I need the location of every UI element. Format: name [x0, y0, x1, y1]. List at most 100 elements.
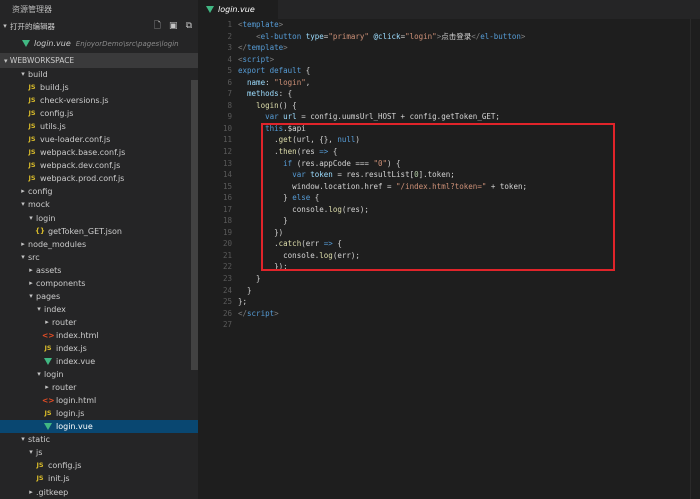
file-item[interactable]: JS webpack.prod.conf.js — [0, 172, 198, 185]
chevron-down-icon[interactable]: ▾ — [34, 303, 44, 316]
file-item[interactable]: JS vue-loader.conf.js — [0, 133, 198, 146]
code-token: "primary" — [328, 31, 369, 41]
folder-item[interactable]: ▾ js — [0, 446, 198, 459]
code-text: }; — [232, 296, 247, 308]
chevron-right-icon[interactable]: ▸ — [26, 486, 36, 499]
file-item[interactable]: index.vue — [0, 355, 198, 368]
file-item[interactable]: JS config.js — [0, 459, 198, 472]
code-token: > — [274, 308, 279, 318]
file-item[interactable]: JS build.js — [0, 81, 198, 94]
line-number: 14 — [222, 170, 232, 180]
folder-item[interactable]: ▸ router — [0, 381, 198, 394]
tree-item-label: getToken_GET.json — [48, 226, 122, 236]
chevron-down-icon[interactable]: ▾ — [34, 368, 44, 381]
file-item[interactable]: JS utils.js — [0, 120, 198, 133]
line-number: 18 — [222, 216, 232, 226]
code-token: "login" — [405, 31, 437, 41]
js-file-icon: JS — [28, 109, 36, 118]
file-item[interactable]: JS index.js — [0, 342, 198, 355]
file-item[interactable]: JS webpack.base.conf.js — [0, 146, 198, 159]
file-item[interactable]: JS config.js — [0, 107, 198, 120]
line-number: 10 — [222, 123, 232, 133]
chevron-right-icon[interactable]: ▸ — [26, 264, 36, 277]
chevron-right-icon[interactable]: ▸ — [42, 381, 52, 394]
js-file-icon: JS — [44, 409, 52, 418]
file-item[interactable]: JS init.js — [0, 472, 198, 485]
line-number: 7 — [227, 89, 232, 99]
file-item[interactable]: <> login.html — [0, 394, 198, 407]
file-item[interactable]: {} getToken_GET.json — [0, 225, 198, 238]
file-item[interactable]: login.vue — [0, 420, 198, 434]
folder-item[interactable]: ▾ src — [0, 251, 198, 264]
code-token: template — [242, 20, 279, 29]
code-text: methods: { — [232, 88, 292, 100]
file-item[interactable]: JS login.js — [0, 407, 198, 420]
js-file-icon: JS — [44, 343, 52, 352]
chevron-right-icon[interactable]: ▸ — [18, 185, 28, 198]
chevron-right-icon[interactable]: ▸ — [26, 277, 36, 290]
tree-item-label: vue-loader.conf.js — [40, 135, 111, 145]
code-token: </ — [238, 308, 248, 318]
folder-item[interactable]: ▸ assets — [0, 264, 198, 277]
line-number: 15 — [222, 181, 232, 191]
tree-item-label: login.html — [56, 396, 97, 406]
chevron-down-icon[interactable]: ▾ — [18, 251, 28, 264]
folder-item[interactable]: ▾ login — [0, 368, 198, 381]
folder-item[interactable]: ▸ config — [0, 185, 198, 198]
chevron-down-icon[interactable]: ▾ — [18, 198, 28, 211]
folder-item[interactable]: ▾ login — [0, 212, 198, 225]
folder-item[interactable]: ▸ components — [0, 277, 198, 290]
tree-item-label: router — [52, 317, 77, 327]
chevron-down-icon[interactable]: ▾ — [26, 290, 36, 303]
open-editor-item[interactable]: login.vue EnjoyorDemo\src\pages\login — [0, 34, 198, 53]
line-number: 24 — [222, 285, 232, 295]
line-number: 26 — [222, 308, 232, 318]
open-editors-header[interactable]: ▾ 打开的编辑器 🗋 ▣ ⧉ — [0, 19, 198, 34]
tree-item-label: config.js — [48, 461, 82, 471]
chevron-right-icon[interactable]: ▸ — [18, 238, 28, 251]
file-item[interactable]: JS check-versions.js — [0, 94, 198, 107]
close-all-icon[interactable]: ⧉ — [186, 19, 192, 34]
code-token: = config.uumsUrl_HOST + config.getToken_… — [296, 112, 500, 122]
code-line: 2 <el-button type="primary" @click="logi… — [198, 31, 700, 43]
tree-item-label: js — [36, 448, 43, 458]
line-number: 17 — [222, 204, 232, 214]
editor-scrollbar[interactable] — [690, 19, 700, 499]
folder-item[interactable]: ▾ mock — [0, 198, 198, 211]
code-token: </ — [471, 31, 481, 41]
new-file-icon[interactable]: 🗋 — [154, 19, 161, 34]
chevron-down-icon[interactable]: ▾ — [18, 68, 28, 81]
line-number: 11 — [222, 135, 232, 145]
code-editor: login.vue 1 <template> 2 <el-button type="… — [198, 0, 700, 499]
code-token: script — [247, 308, 275, 318]
folder-item[interactable]: ▾ static — [0, 433, 198, 446]
folder-item[interactable]: ▸ router — [0, 316, 198, 329]
tree-item-label: init.js — [48, 474, 70, 484]
folder-item[interactable]: ▸ .gitkeep — [0, 486, 198, 499]
folder-item[interactable]: ▾ index — [0, 303, 198, 316]
save-all-icon[interactable]: ▣ — [169, 19, 178, 34]
tree-item-label: login.vue — [56, 422, 93, 432]
folder-item[interactable]: ▸ node_modules — [0, 238, 198, 251]
chevron-right-icon[interactable]: ▸ — [42, 316, 52, 329]
code-token: type — [305, 31, 324, 41]
chevron-down-icon[interactable]: ▾ — [26, 446, 36, 459]
chevron-down-icon[interactable]: ▾ — [26, 212, 36, 225]
line-number: 3 — [227, 43, 232, 53]
html-file-icon: <> — [42, 330, 55, 340]
tab-login-vue[interactable]: login.vue — [198, 0, 278, 19]
folder-item[interactable]: ▾ pages — [0, 290, 198, 303]
file-item[interactable]: <> index.html — [0, 329, 198, 342]
tab-label: login.vue — [218, 5, 255, 14]
workspace-header[interactable]: ▾ WEBWORKSPACE — [0, 53, 198, 68]
code-text: <script> — [232, 54, 274, 66]
tree-item-label: index.js — [56, 343, 87, 353]
chevron-down-icon[interactable]: ▾ — [18, 433, 28, 446]
code-line: 26 </script> — [198, 308, 700, 320]
folder-item[interactable]: ▾ build — [0, 68, 198, 81]
sidebar-scrollbar[interactable] — [191, 80, 198, 370]
line-number: 16 — [222, 193, 232, 203]
file-item[interactable]: JS webpack.dev.conf.js — [0, 159, 198, 172]
code-text: export default { — [232, 65, 310, 77]
